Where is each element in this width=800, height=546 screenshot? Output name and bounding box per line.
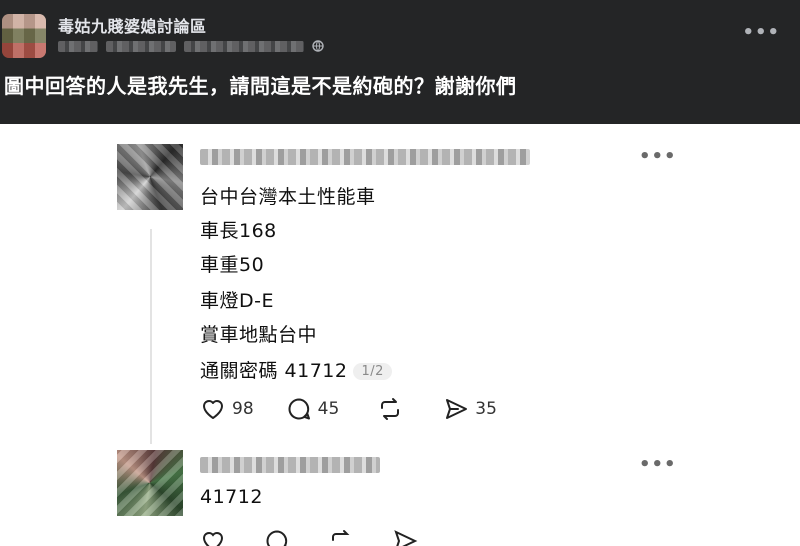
more-options-icon[interactable]: ••• bbox=[639, 454, 677, 475]
like-count: 98 bbox=[232, 399, 254, 419]
facebook-group-header: 毒姑九賤婆媳討論區 ••• 圖中回答的人是我先生，請問這是不是約砲的？謝謝你們 bbox=[0, 0, 800, 124]
share-button[interactable]: 35 bbox=[443, 396, 497, 422]
post-text-line: 賞車地點台中 bbox=[200, 324, 318, 346]
like-button[interactable]: 98 bbox=[200, 396, 254, 422]
blurred-author-name bbox=[106, 40, 176, 52]
blurred-username bbox=[200, 149, 530, 165]
comment-button[interactable]: 45 bbox=[286, 396, 340, 422]
post-title: 圖中回答的人是我先生，請問這是不是約砲的？謝謝你們 bbox=[4, 74, 517, 98]
post-text-line-with-pill: 通關密碼 41712 1/2 bbox=[200, 356, 392, 383]
blurred-avatar[interactable] bbox=[117, 450, 183, 516]
more-options-icon[interactable]: ••• bbox=[639, 146, 677, 167]
post-text-line: 通關密碼 41712 bbox=[200, 360, 348, 382]
comment-bubble-icon bbox=[288, 398, 310, 420]
post-text-line: 車長168 bbox=[200, 220, 277, 242]
group-name[interactable]: 毒姑九賤婆媳討論區 bbox=[58, 13, 207, 37]
send-paper-plane-icon bbox=[446, 399, 468, 419]
share-count: 35 bbox=[475, 399, 497, 419]
repost-arrows-icon bbox=[381, 398, 400, 420]
group-avatar[interactable] bbox=[2, 14, 46, 58]
comment-count: 45 bbox=[317, 399, 340, 419]
repost-arrows-icon[interactable] bbox=[328, 528, 354, 546]
send-paper-plane-icon[interactable] bbox=[392, 528, 418, 546]
page-indicator: 1/2 bbox=[353, 363, 392, 380]
blurred-timestamp bbox=[184, 40, 304, 52]
blurred-author-name bbox=[58, 40, 98, 52]
thread-connector-line bbox=[150, 229, 152, 444]
post-meta bbox=[58, 40, 324, 52]
repost-button[interactable] bbox=[377, 396, 409, 422]
globe-icon bbox=[312, 40, 324, 52]
blurred-avatar[interactable] bbox=[117, 144, 183, 210]
post-text-line: 車重50 bbox=[200, 254, 265, 276]
heart-icon bbox=[203, 400, 223, 419]
reply-text: 41712 bbox=[200, 486, 263, 508]
blurred-username bbox=[200, 457, 380, 473]
reply-actions bbox=[200, 528, 418, 546]
post-text-line: 車燈D-E bbox=[200, 290, 274, 312]
post-more-options-icon[interactable]: ••• bbox=[742, 22, 780, 43]
threads-screenshot: ••• 台中台灣本土性能車 車長168 車重50 車燈D-E 賞車地點台中 通關… bbox=[0, 124, 800, 546]
comment-bubble-icon[interactable] bbox=[264, 528, 290, 546]
heart-icon[interactable] bbox=[200, 528, 226, 546]
post-actions: 98 45 35 bbox=[200, 396, 497, 422]
post-text-line: 台中台灣本土性能車 bbox=[200, 186, 376, 208]
